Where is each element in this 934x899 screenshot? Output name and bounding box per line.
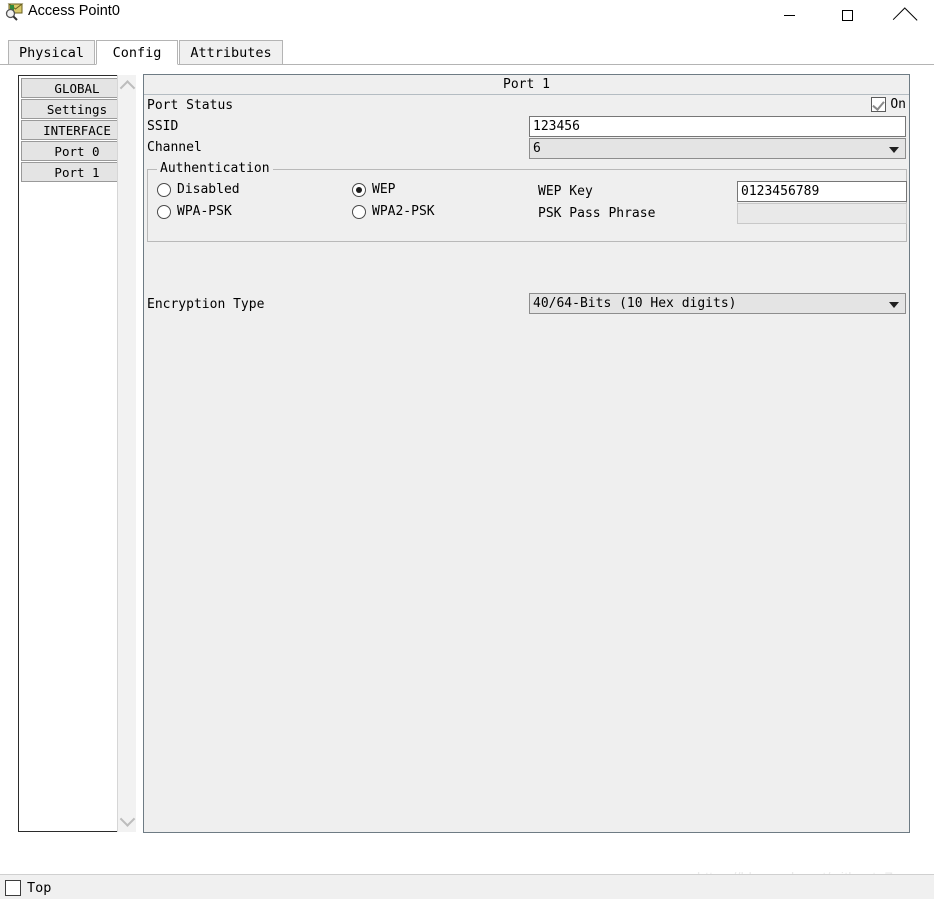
radio-auth-disabled-label: Disabled (177, 182, 240, 197)
tab-config-label: Config (112, 44, 162, 61)
channel-label: Channel (147, 140, 202, 155)
chevron-up-icon[interactable] (118, 78, 136, 96)
maximize-icon (841, 9, 853, 21)
minimize-button[interactable] (766, 0, 812, 30)
window-title: Access Point0 (28, 3, 120, 19)
radio-icon (352, 204, 366, 219)
ssid-input[interactable]: 123456 (529, 116, 906, 137)
sidebar-item-port-1-label: Port 1 (54, 164, 100, 180)
sidebar-item-global-label: GLOBAL (54, 80, 100, 96)
psk-pass-phrase-label: PSK Pass Phrase (538, 206, 656, 221)
minimize-icon (783, 14, 795, 16)
radio-icon (157, 204, 171, 219)
radio-auth-wpa-psk-label: WPA-PSK (177, 204, 232, 219)
wep-key-input-value: 0123456789 (741, 184, 820, 199)
panel-title: Port 1 (144, 75, 909, 95)
sidebar-item-interface-label: INTERFACE (43, 122, 111, 138)
top-checkbox[interactable] (5, 880, 21, 896)
tab-attributes-label: Attributes (190, 44, 272, 61)
channel-dropdown[interactable]: 6 (529, 138, 906, 159)
tab-config[interactable]: Config (96, 40, 178, 65)
encryption-type-label: Encryption Type (147, 297, 265, 312)
sidebar-scrollbar[interactable] (117, 75, 136, 832)
authentication-legend: Authentication (157, 161, 273, 176)
radio-icon (352, 182, 366, 197)
radio-icon (157, 182, 171, 197)
radio-auth-wep-label: WEP (372, 182, 396, 197)
tab-strip: Physical Config Attributes (0, 40, 934, 65)
encryption-type-dropdown-value: 40/64-Bits (10 Hex digits) (533, 296, 737, 311)
chevron-down-icon (889, 146, 899, 153)
port-status-toggle[interactable]: On (871, 97, 906, 112)
ssid-input-value: 123456 (533, 119, 580, 134)
top-checkbox-row[interactable]: Top (5, 880, 51, 896)
bottom-bar: Top (0, 874, 934, 899)
wep-key-label: WEP Key (538, 184, 593, 199)
radio-auth-wpa2-psk[interactable]: WPA2-PSK (352, 204, 435, 219)
chevron-down-icon[interactable] (118, 811, 136, 829)
wep-key-input[interactable]: 0123456789 (737, 181, 907, 202)
tab-attributes[interactable]: Attributes (179, 40, 283, 65)
ssid-label: SSID (147, 119, 179, 134)
radio-auth-wpa-psk[interactable]: WPA-PSK (157, 204, 232, 219)
port-config-panel: Port 1 Port Status On SSID 123456 Channe… (143, 74, 910, 833)
tab-physical[interactable]: Physical (8, 40, 95, 65)
panel-title-label: Port 1 (503, 77, 550, 92)
tab-physical-label: Physical (18, 44, 85, 61)
title-bar: Access Point0 (0, 0, 934, 30)
sidebar-item-settings-label: Settings (46, 101, 108, 117)
psk-pass-phrase-input (737, 203, 907, 224)
radio-auth-wep[interactable]: WEP (352, 182, 395, 197)
chevron-down-icon (889, 301, 899, 308)
access-point-icon (5, 2, 24, 21)
port-status-checkbox[interactable] (871, 97, 887, 112)
top-checkbox-label: Top (27, 880, 52, 896)
port-status-label: Port Status (147, 98, 234, 113)
maximize-button[interactable] (824, 0, 870, 30)
close-icon (899, 9, 912, 22)
authentication-group: Authentication Disabled WEP WPA-PSK WPA2… (147, 161, 907, 242)
channel-dropdown-value: 6 (533, 141, 541, 156)
radio-auth-wpa2-psk-label: WPA2-PSK (372, 204, 435, 219)
radio-auth-disabled[interactable]: Disabled (157, 182, 240, 197)
encryption-type-dropdown[interactable]: 40/64-Bits (10 Hex digits) (529, 293, 906, 314)
sidebar-item-port-0-label: Port 0 (54, 143, 100, 159)
port-status-checkbox-label: On (890, 97, 906, 112)
close-button[interactable] (882, 0, 928, 30)
